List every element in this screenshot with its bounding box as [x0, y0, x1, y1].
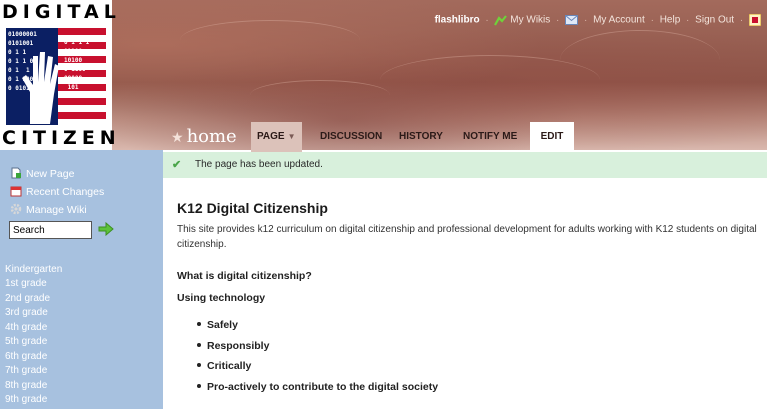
list-item-text: Safely: [207, 319, 238, 331]
my-wikis-link[interactable]: My Wikis: [510, 15, 550, 26]
subheading: Using technology: [177, 292, 266, 304]
chevron-down-icon: ▼: [287, 132, 296, 141]
tab-notify-me[interactable]: NOTIFY ME: [457, 122, 523, 152]
header-texture: [250, 80, 390, 110]
search-go-icon[interactable]: [98, 222, 114, 236]
my-wikis-icon: [494, 14, 508, 26]
bullet-icon: [197, 342, 201, 347]
logo-word-bottom: CITIZEN: [2, 127, 121, 149]
separator: ·: [583, 14, 588, 26]
sidebar-item-1st-grade[interactable]: 1st grade: [5, 278, 47, 289]
bullet-list: Safely Responsibly Critically Pro-active…: [197, 318, 438, 400]
new-page-icon: [11, 167, 21, 179]
page-title: K12 Digital Citizenship: [177, 200, 328, 216]
list-item: Pro-actively to contribute to the digita…: [197, 380, 438, 401]
intro-paragraph: This site provides k12 curriculum on dig…: [177, 224, 757, 250]
tab-discussion[interactable]: DISCUSSION: [314, 122, 388, 152]
mail-icon: [565, 15, 579, 25]
new-page-label: New Page: [26, 168, 75, 180]
list-item-text: Responsibly: [207, 339, 270, 352]
hand-icon: [22, 52, 59, 124]
my-account-link[interactable]: My Account: [593, 15, 645, 26]
sidebar-item-manage-wiki[interactable]: Manage Wiki: [10, 203, 87, 216]
sidebar-item-8th-grade[interactable]: 8th grade: [5, 380, 47, 391]
separator: ·: [739, 14, 744, 26]
page-tabs: ★ home PAGE ▼ DISCUSSION HISTORY NOTIFY ME…: [163, 122, 767, 152]
list-item-text: Pro-actively to contribute to the digita…: [207, 380, 439, 393]
notice-message: The page has been updated.: [195, 159, 323, 170]
sidebar-item-new-page[interactable]: New Page: [10, 167, 74, 180]
sidebar: New Page Recent Changes Manage Wiki Kind…: [0, 150, 163, 409]
tab-history[interactable]: HISTORY: [393, 122, 449, 152]
list-item: Responsibly: [197, 339, 438, 360]
update-notice: ✔ The page has been updated.: [163, 152, 767, 178]
logo-flag: 01000001 0101001 0 1 1 0 1 1 0 0 1 1 0 1…: [6, 28, 106, 125]
username-link[interactable]: flashlibro: [435, 15, 480, 26]
site-logo[interactable]: DIGITAL 01000001 0101001 0 1 1 0 1 1 0 0…: [0, 0, 116, 150]
bullet-icon: [197, 383, 201, 388]
calendar-icon: [10, 186, 22, 197]
sidebar-item-3rd-grade[interactable]: 3rd grade: [5, 307, 48, 318]
user-nav: flashlibro · My Wikis · · My Account · H…: [435, 14, 761, 26]
tab-page[interactable]: PAGE ▼: [251, 122, 302, 152]
bullet-icon: [197, 322, 201, 326]
tab-page-label: PAGE: [257, 131, 285, 142]
manage-wiki-label: Manage Wiki: [26, 204, 87, 216]
header-texture: [180, 20, 360, 60]
home-tab[interactable]: ★ home: [171, 126, 237, 147]
sidebar-item-2nd-grade[interactable]: 2nd grade: [5, 293, 50, 304]
tab-edit[interactable]: EDIT: [530, 122, 574, 152]
sidebar-item-9th-grade[interactable]: 9th grade: [5, 394, 47, 405]
list-item-text: Critically: [207, 360, 252, 372]
separator: ·: [686, 14, 690, 26]
header-texture: [560, 30, 720, 90]
sidebar-item-4th-grade[interactable]: 4th grade: [5, 322, 47, 333]
star-icon: ★: [171, 130, 184, 146]
recent-changes-label: Recent Changes: [26, 186, 105, 198]
home-label: home: [186, 126, 237, 147]
bullet-icon: [197, 363, 201, 367]
sidebar-item-5th-grade[interactable]: 5th grade: [5, 336, 47, 347]
sidebar-item-7th-grade[interactable]: 7th grade: [5, 365, 47, 376]
help-link[interactable]: Help: [660, 15, 681, 26]
separator: ·: [556, 14, 560, 26]
list-item: Safely: [197, 318, 438, 339]
sidebar-item-6th-grade[interactable]: 6th grade: [5, 351, 47, 362]
section-heading: What is digital citizenship?: [177, 270, 312, 282]
separator: ·: [485, 14, 489, 26]
separator: ·: [650, 14, 654, 26]
list-item: Critically: [197, 359, 438, 380]
logo-binary-right: 0 1 1 1 01100 10100 0 1100 00000 101 000: [64, 39, 90, 100]
wikispaces-icon[interactable]: [749, 14, 761, 26]
gear-icon: [10, 203, 22, 215]
logo-word-top: DIGITAL: [2, 1, 121, 23]
sign-out-link[interactable]: Sign Out: [695, 15, 734, 26]
search-input[interactable]: [9, 221, 92, 239]
checkmark-icon: ✔: [172, 159, 182, 171]
sidebar-item-recent-changes[interactable]: Recent Changes: [10, 185, 104, 198]
sidebar-item-kindergarten[interactable]: Kindergarten: [5, 264, 62, 275]
